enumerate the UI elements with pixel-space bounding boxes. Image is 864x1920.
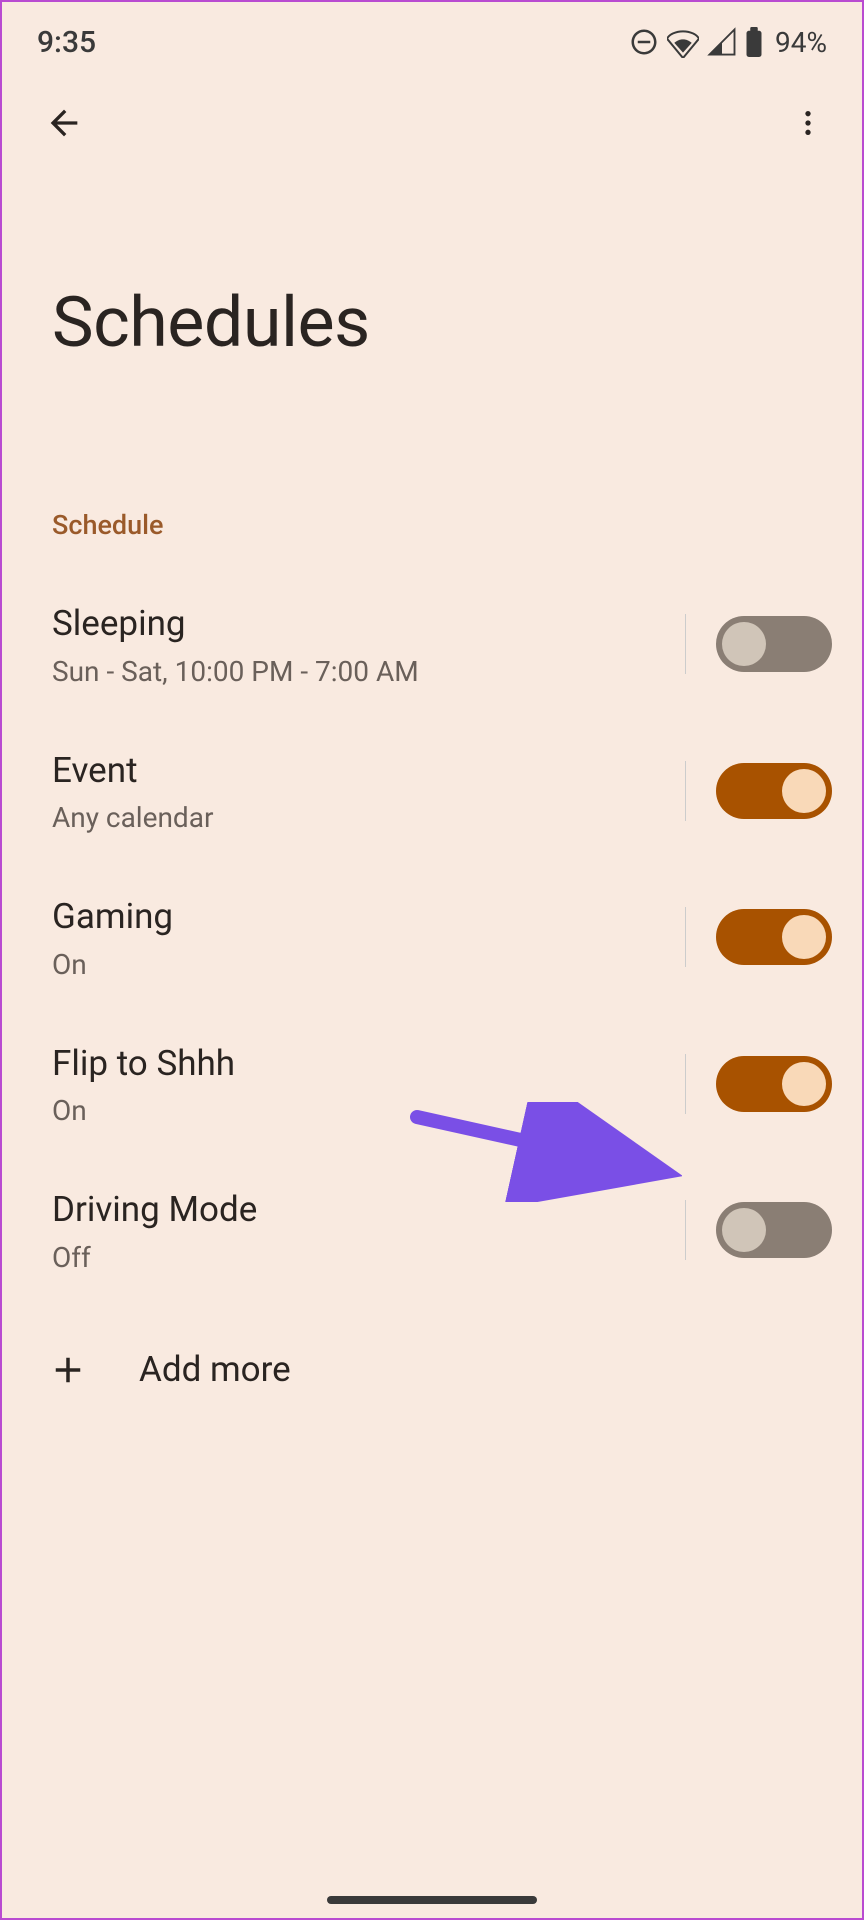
schedule-item-gaming: Gaming On	[52, 864, 832, 1011]
schedule-item-driving-mode: Driving Mode Off	[52, 1157, 832, 1304]
toggle-sleeping[interactable]	[716, 616, 832, 672]
signal-icon	[707, 27, 737, 57]
schedule-title: Gaming	[52, 894, 685, 940]
schedule-title: Event	[52, 748, 685, 794]
schedule-title: Sleeping	[52, 601, 685, 647]
schedule-subtitle: On	[52, 948, 685, 981]
status-icons: 94%	[629, 26, 827, 59]
schedule-text[interactable]: Driving Mode Off	[52, 1187, 685, 1274]
schedule-title: Flip to Shhh	[52, 1041, 685, 1087]
toggle-thumb	[782, 915, 826, 959]
schedule-controls	[685, 1200, 832, 1260]
battery-icon	[745, 27, 763, 57]
dnd-icon	[629, 27, 659, 57]
plus-icon	[47, 1349, 89, 1391]
schedule-controls	[685, 1054, 832, 1114]
toggle-thumb	[722, 622, 766, 666]
more-options-button[interactable]	[784, 99, 832, 147]
status-bar: 9:35 94%	[2, 2, 862, 72]
schedule-item-sleeping: Sleeping Sun - Sat, 10:00 PM - 7:00 AM	[52, 571, 832, 718]
toggle-flip-to-shhh[interactable]	[716, 1056, 832, 1112]
schedule-text[interactable]: Sleeping Sun - Sat, 10:00 PM - 7:00 AM	[52, 601, 685, 688]
section-header: Schedule	[2, 364, 862, 541]
app-bar	[2, 72, 862, 152]
schedule-text[interactable]: Event Any calendar	[52, 748, 685, 835]
arrow-back-icon	[44, 103, 84, 143]
toggle-gaming[interactable]	[716, 909, 832, 965]
schedule-controls	[685, 614, 832, 674]
schedule-text[interactable]: Gaming On	[52, 894, 685, 981]
schedule-list: Sleeping Sun - Sat, 10:00 PM - 7:00 AM E…	[2, 541, 862, 1304]
toggle-driving-mode[interactable]	[716, 1202, 832, 1258]
schedule-subtitle: Any calendar	[52, 801, 685, 834]
divider	[685, 761, 686, 821]
schedule-controls	[685, 907, 832, 967]
nav-handle[interactable]	[327, 1896, 537, 1904]
schedule-subtitle: On	[52, 1094, 685, 1127]
schedule-text[interactable]: Flip to Shhh On	[52, 1041, 685, 1128]
schedule-subtitle: Sun - Sat, 10:00 PM - 7:00 AM	[52, 655, 685, 688]
schedule-item-event: Event Any calendar	[52, 718, 832, 865]
add-more-button[interactable]: Add more	[2, 1304, 862, 1391]
add-more-label: Add more	[139, 1349, 291, 1390]
toggle-event[interactable]	[716, 763, 832, 819]
toggle-thumb	[722, 1208, 766, 1252]
toggle-thumb	[782, 1062, 826, 1106]
divider	[685, 1200, 686, 1260]
schedule-subtitle: Off	[52, 1241, 685, 1274]
wifi-icon	[667, 26, 699, 58]
toggle-thumb	[782, 769, 826, 813]
schedule-item-flip-to-shhh: Flip to Shhh On	[52, 1011, 832, 1158]
more-vert-icon	[792, 107, 824, 139]
divider	[685, 907, 686, 967]
status-time: 9:35	[37, 25, 96, 60]
back-button[interactable]	[40, 99, 88, 147]
schedule-controls	[685, 761, 832, 821]
page-title: Schedules	[2, 152, 862, 364]
divider	[685, 1054, 686, 1114]
schedule-title: Driving Mode	[52, 1187, 685, 1233]
battery-percentage: 94%	[775, 26, 827, 59]
divider	[685, 614, 686, 674]
